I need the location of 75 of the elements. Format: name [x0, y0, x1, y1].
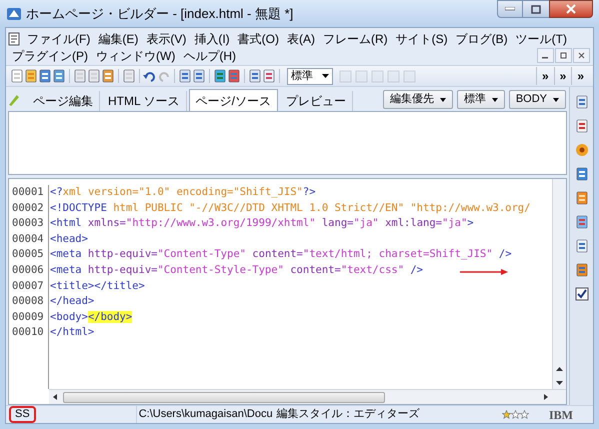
star-icon — [502, 410, 511, 419]
line-number: 00001 — [9, 185, 49, 201]
maximize-button[interactable] — [523, 0, 549, 18]
line-number: 00009 — [9, 310, 49, 326]
line-number: 00008 — [9, 294, 49, 310]
dropdown-arrow-icon — [492, 98, 498, 102]
scroll-left-icon[interactable] — [51, 393, 59, 401]
mdi-minimize-button[interactable] — [537, 48, 554, 63]
menu-item[interactable]: フレーム(R) — [318, 30, 392, 48]
annotation-arrow — [460, 269, 508, 275]
menu-item[interactable]: 表(A) — [282, 30, 319, 48]
star-icon — [511, 410, 520, 419]
mdi-close-button[interactable] — [573, 48, 590, 63]
checkbox-icon[interactable] — [574, 287, 588, 301]
menu-item[interactable]: 書式(O) — [234, 30, 283, 48]
mode-dropdown[interactable]: 標準 — [456, 90, 505, 109]
maximize-icon — [531, 4, 541, 14]
code-line: <meta http-equiv="Content-Type" content="text/html; charset=Shift_JIS" /> — [49, 247, 512, 262]
file-path: C:\Users\kumagaisan\Docu — [136, 406, 273, 423]
menu-item[interactable]: ファイル(F) — [23, 30, 94, 48]
mode-dropdown[interactable]: 編集優先 — [382, 90, 453, 109]
mode-dropdown[interactable]: BODY — [508, 90, 566, 109]
line-number: 00003 — [9, 216, 49, 232]
new-page-icon[interactable] — [10, 69, 24, 83]
overflow-button[interactable]: » — [554, 67, 572, 85]
code-line: <head> — [49, 232, 88, 247]
line-number: 00002 — [9, 200, 49, 216]
menu-item[interactable]: ブログ(B) — [452, 30, 512, 48]
restore-icon — [560, 52, 567, 59]
line-number: 00004 — [9, 232, 49, 248]
undo-icon[interactable] — [143, 69, 157, 83]
brand-label: IBM — [549, 406, 573, 424]
menu-item[interactable]: ウィンドウ(W) — [92, 46, 180, 64]
overflow-button[interactable]: » — [536, 67, 554, 85]
line-number: 00006 — [9, 262, 49, 279]
code-line: <body></body> — [49, 310, 132, 325]
code-line: </html> — [49, 325, 94, 340]
menu-item[interactable]: ツール(T) — [512, 30, 571, 48]
code-line: <!DOCTYPE html PUBLIC "-//W3C//DTD XHTML 1.0 Strict//EN" "http://www.w3.org/ — [49, 200, 530, 216]
dropdown-arrow-icon — [553, 98, 559, 102]
code-line: <title></title> — [49, 278, 145, 294]
document-icon — [8, 32, 20, 46]
code-line: <meta http-equiv="Content-Style-Type" content="text/css" /> — [49, 262, 423, 278]
dropdown-arrow-icon — [322, 74, 329, 78]
star-icon — [520, 410, 529, 419]
code-line: </head> — [49, 294, 94, 310]
scroll-right-icon[interactable] — [542, 393, 550, 401]
close-icon — [566, 4, 576, 14]
edit-style: 編集スタイル：エディターズ — [276, 407, 420, 422]
scroll-thumb[interactable] — [63, 392, 385, 402]
style-combo[interactable]: 標準 — [287, 68, 333, 84]
code-line: <?xml version="1.0" encoding="Shift_JIS"?> — [49, 185, 316, 200]
dropdown-arrow-icon — [440, 98, 446, 102]
code-line: <html xmlns="http://www.w3.org/1999/xhtml" lang="ja" xml:lang="ja"> — [49, 216, 474, 232]
overflow-button[interactable]: » — [571, 67, 589, 85]
app-icon — [6, 6, 22, 22]
menu-item[interactable]: サイト(S) — [392, 30, 452, 48]
editor-tab[interactable]: ページ/ソース — [188, 89, 278, 111]
menu-item[interactable]: ヘルプ(H) — [179, 46, 240, 64]
line-number: 00010 — [9, 325, 49, 341]
close-icon — [578, 52, 585, 59]
minimize-icon — [505, 7, 515, 11]
menu-item[interactable]: プラグイン(P) — [8, 46, 92, 64]
pencil-icon — [9, 95, 19, 106]
menu-item[interactable]: 挿入(I) — [190, 30, 234, 48]
horizontal-scrollbar[interactable] — [49, 389, 566, 404]
mdi-restore-button[interactable] — [555, 48, 572, 63]
window-title: ホームページ・ビルダー - [index.html - 無題 *] — [26, 4, 294, 23]
menu-item[interactable]: 編集(E) — [94, 30, 142, 48]
vertical-scrollbar[interactable] — [552, 179, 566, 389]
line-number: 00005 — [9, 247, 49, 263]
mode-indicator: SS — [9, 406, 36, 423]
menu-item[interactable]: 表示(V) — [142, 30, 190, 48]
line-number: 00007 — [9, 278, 49, 294]
close-button[interactable] — [549, 0, 593, 18]
